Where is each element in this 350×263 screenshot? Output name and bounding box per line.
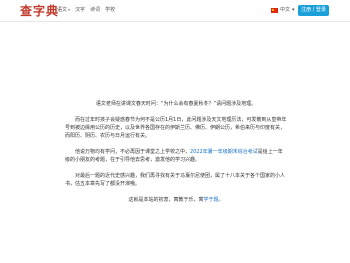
china-flag-icon xyxy=(271,7,278,13)
nav-item-label: 语文 xyxy=(57,7,68,13)
site-logo[interactable]: 查字典 xyxy=(20,4,59,18)
nav-item-characters[interactable]: 汉字 xyxy=(75,7,85,13)
article-body: 语文老师在讲课文春天时问：“为什么会有春夏秋冬？”请问题涉及地理。 而在过年时孩… xyxy=(65,100,287,212)
paragraph-history: 对最后一题的近代史感兴趣，我们再寻找有关于马戛尔尼使团，属了十八本关于各个国家的… xyxy=(65,173,286,187)
nav-item-label: 诗词 xyxy=(90,7,101,13)
paragraph-text: 这就是本站的初衷，寓教于乐，寓 xyxy=(128,197,204,203)
paragraph-mission: 这就是本站的初衷，寓教于乐，寓学于题。 xyxy=(65,196,287,204)
nav-item-label: 学校 xyxy=(105,7,116,13)
paragraph-calendar: 而在过年时孩子会疑惑春节为何不是公历1月1日，此问题涉及天文地理历法，可发散到从… xyxy=(65,117,287,139)
paragraph-learning: 他说万物均有学问，不必再因于课堂之上学校之中，2022年暑一年级期末综合考试是给… xyxy=(65,148,287,164)
nav-item-poetry[interactable]: 诗词 xyxy=(90,7,100,13)
site-name-link[interactable]: 学于题 xyxy=(203,197,218,203)
language-label: 中文 xyxy=(280,7,291,13)
main-nav: 语文▾ 汉字 诗词 学校 xyxy=(57,7,115,13)
paragraph-text: 。 xyxy=(218,197,224,203)
paragraph-intro: 语文老师在讲课文春天时问：“为什么会有春夏秋冬？”请问题涉及地理。 xyxy=(95,101,257,107)
login-register-button[interactable]: 注册 / 登录 xyxy=(298,5,329,16)
paragraph-text: 他说万物均有学问，不必再因于课堂之上学校之中， xyxy=(75,149,191,155)
chevron-down-icon: ▾ xyxy=(68,7,71,12)
nav-item-chinese[interactable]: 语文▾ xyxy=(57,7,70,13)
top-navigation-bar: 查字典 语文▾ 汉字 诗词 学校 中文 ▾ 注册 / 登录 xyxy=(0,0,350,22)
chevron-down-icon: ▾ xyxy=(292,7,295,13)
exam-link[interactable]: 2022年暑一年级期末综合考试 xyxy=(190,149,258,155)
nav-item-school[interactable]: 学校 xyxy=(105,7,115,13)
language-selector[interactable]: 中文 ▾ xyxy=(271,7,295,13)
nav-item-label: 汉字 xyxy=(75,7,86,13)
